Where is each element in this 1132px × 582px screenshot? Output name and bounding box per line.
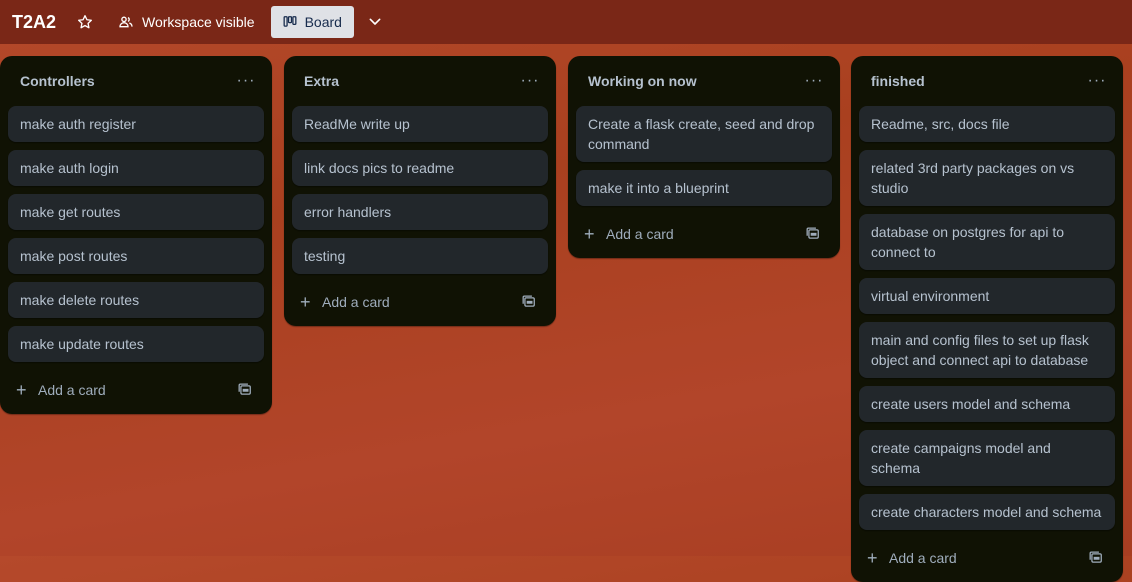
card[interactable]: Create a flask create, seed and drop com…: [576, 106, 832, 162]
card[interactable]: make update routes: [8, 326, 264, 362]
card[interactable]: testing: [292, 238, 548, 274]
list-header[interactable]: Working on now ···: [568, 56, 840, 106]
plus-icon: +: [300, 292, 311, 312]
board-header: T2A2 Workspace visible Board: [0, 0, 1132, 44]
card[interactable]: related 3rd party packages on vs studio: [859, 150, 1115, 206]
list-footer: + Add a card: [0, 370, 272, 414]
list-working-on-now: Working on now ··· Create a flask create…: [568, 56, 840, 258]
list-footer: + Add a card: [284, 282, 556, 326]
list-footer: + Add a card: [568, 214, 840, 258]
list-menu-button[interactable]: ···: [800, 73, 828, 89]
list-title[interactable]: Controllers: [20, 73, 95, 89]
view-switcher-button[interactable]: [360, 6, 390, 38]
chevron-down-icon: [369, 18, 381, 25]
people-icon: [119, 16, 133, 28]
board-title[interactable]: T2A2: [12, 12, 56, 33]
card[interactable]: error handlers: [292, 194, 548, 230]
card-template-icon[interactable]: [806, 227, 820, 241]
list-finished: finished ··· Readme, src, docs file rela…: [851, 56, 1123, 582]
card[interactable]: database on postgres for api to connect …: [859, 214, 1115, 270]
card[interactable]: create users model and schema: [859, 386, 1115, 422]
card-container: Readme, src, docs file related 3rd party…: [851, 106, 1123, 530]
list-extra: Extra ··· ReadMe write up link docs pics…: [284, 56, 556, 326]
board-view-button[interactable]: Board: [270, 6, 354, 38]
visibility-label: Workspace visible: [142, 14, 255, 30]
card-template-icon[interactable]: [1089, 551, 1103, 565]
card-container: ReadMe write up link docs pics to readme…: [284, 106, 556, 274]
list-footer: + Add a card: [851, 538, 1123, 582]
plus-icon: +: [867, 548, 878, 568]
add-card-label: Add a card: [38, 382, 106, 398]
card[interactable]: create campaigns model and schema: [859, 430, 1115, 486]
card[interactable]: make it into a blueprint: [576, 170, 832, 206]
visibility-button[interactable]: Workspace visible: [108, 6, 265, 38]
card-container: make auth register make auth login make …: [0, 106, 272, 362]
list-menu-button[interactable]: ···: [1083, 73, 1111, 89]
card[interactable]: make post routes: [8, 238, 264, 274]
list-controllers: Controllers ··· make auth register make …: [0, 56, 272, 414]
list-header[interactable]: Controllers ···: [0, 56, 272, 106]
star-button[interactable]: [70, 6, 100, 38]
add-card-button[interactable]: + Add a card: [584, 225, 674, 243]
add-card-label: Add a card: [889, 550, 957, 566]
card-container: Create a flask create, seed and drop com…: [568, 106, 840, 206]
add-card-button[interactable]: + Add a card: [867, 549, 957, 567]
card-template-icon[interactable]: [522, 295, 536, 309]
list-menu-button[interactable]: ···: [516, 73, 544, 89]
card[interactable]: make delete routes: [8, 282, 264, 318]
board-icon: [283, 16, 297, 27]
list-title[interactable]: Working on now: [588, 73, 697, 89]
plus-icon: +: [584, 224, 595, 244]
card-template-icon[interactable]: [238, 383, 252, 397]
plus-icon: +: [16, 380, 27, 400]
card[interactable]: make get routes: [8, 194, 264, 230]
add-card-label: Add a card: [322, 294, 390, 310]
card[interactable]: make auth register: [8, 106, 264, 142]
list-header[interactable]: Extra ···: [284, 56, 556, 106]
board-view-label: Board: [304, 14, 342, 30]
card[interactable]: link docs pics to readme: [292, 150, 548, 186]
list-menu-button[interactable]: ···: [232, 73, 260, 89]
card[interactable]: create characters model and schema: [859, 494, 1115, 530]
add-card-button[interactable]: + Add a card: [16, 381, 106, 399]
card[interactable]: main and config files to set up flask ob…: [859, 322, 1115, 378]
card[interactable]: ReadMe write up: [292, 106, 548, 142]
list-title[interactable]: finished: [871, 73, 925, 89]
card[interactable]: virtual environment: [859, 278, 1115, 314]
add-card-label: Add a card: [606, 226, 674, 242]
card[interactable]: Readme, src, docs file: [859, 106, 1115, 142]
add-card-button[interactable]: + Add a card: [300, 293, 390, 311]
card[interactable]: make auth login: [8, 150, 264, 186]
list-title[interactable]: Extra: [304, 73, 339, 89]
star-icon: [78, 15, 93, 29]
list-header[interactable]: finished ···: [851, 56, 1123, 106]
